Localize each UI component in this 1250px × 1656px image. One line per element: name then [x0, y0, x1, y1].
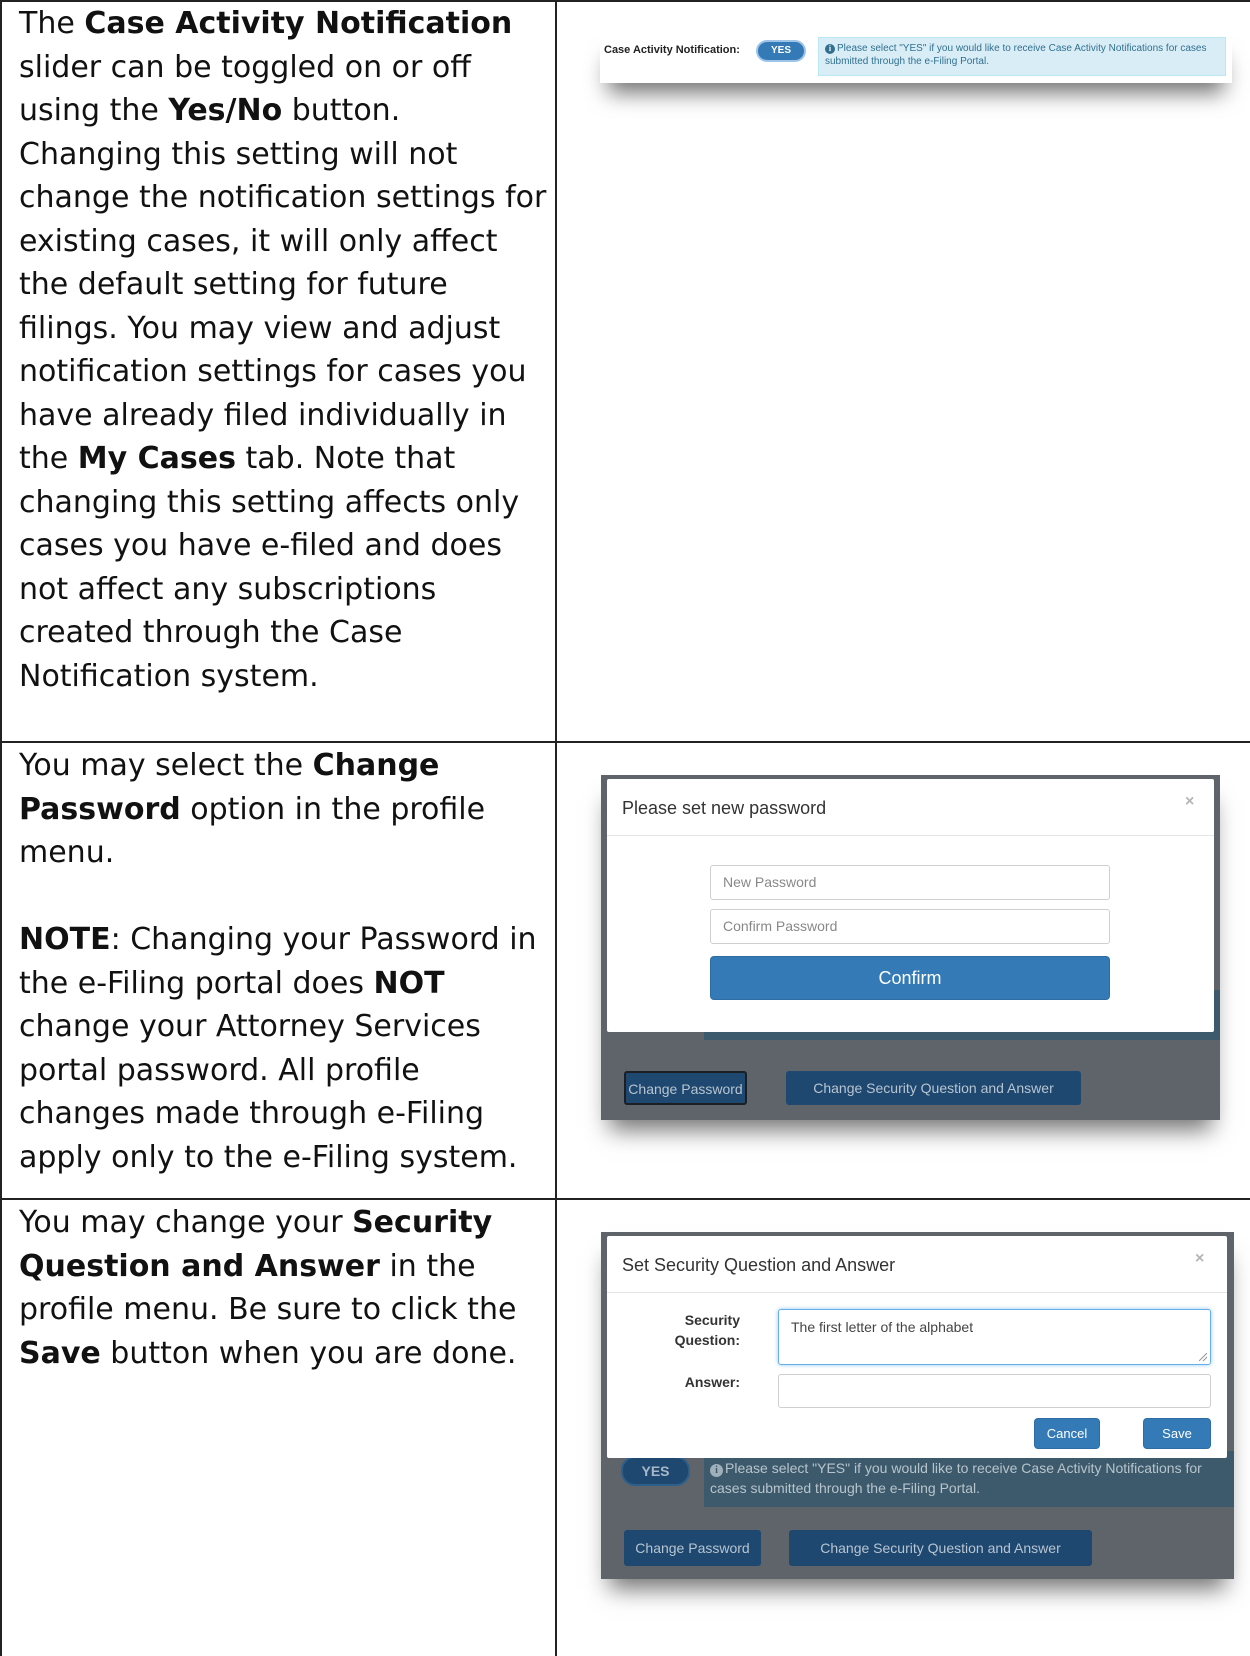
row-1-description: The Case Activity Notification slider ca… [19, 2, 549, 698]
change-password-button[interactable]: Change Password [624, 1530, 761, 1566]
confirm-password-input[interactable]: Confirm Password [710, 909, 1110, 944]
case-activity-toggle[interactable]: YES [756, 40, 806, 62]
security-modal: Set Security Question and Answer × Secur… [607, 1236, 1227, 1458]
row-1-paragraph: The Case Activity Notification slider ca… [19, 6, 547, 694]
row-2-paragraph: You may select the Change Password optio… [19, 748, 486, 870]
close-icon[interactable]: × [1195, 1250, 1204, 1268]
case-activity-info: i Please select "YES" if you would like t… [818, 37, 1226, 76]
modal-header-divider [607, 835, 1214, 836]
security-question-label: Security Question: [674, 1312, 740, 1348]
case-activity-screenshot: Case Activity Notification: YES i Please … [600, 33, 1232, 83]
answer-input[interactable] [778, 1374, 1211, 1408]
change-security-button[interactable]: Change Security Question and Answer [789, 1530, 1092, 1566]
row-2-note: NOTE: Changing your Password in the e-Fi… [19, 922, 537, 1175]
security-question-input[interactable]: The first letter of the alphabet [778, 1309, 1211, 1365]
resize-grip-icon[interactable] [1199, 1353, 1207, 1361]
change-security-button[interactable]: Change Security Question and Answer [786, 1071, 1081, 1105]
dimmed-info-box: i Please select "YES" if you would like t… [704, 1451, 1234, 1507]
info-icon: i [825, 44, 835, 54]
password-modal: Please set new password × New Password C… [607, 779, 1214, 1032]
case-activity-label: Case Activity Notification: [604, 44, 740, 56]
security-modal-title: Set Security Question and Answer [622, 1255, 896, 1275]
answer-label: Answer: [684, 1374, 740, 1390]
info-icon: i [710, 1464, 723, 1477]
save-button[interactable]: Save [1143, 1418, 1211, 1449]
change-password-screenshot: Change Password Change Security Question… [601, 775, 1220, 1120]
change-password-button[interactable]: Change Password [624, 1071, 747, 1105]
row-2-spacer [19, 875, 549, 919]
password-modal-title: Please set new password [622, 798, 827, 818]
table-border-left [0, 0, 2, 1656]
table-row-divider-1 [0, 741, 1250, 743]
new-password-input[interactable]: New Password [710, 865, 1110, 900]
modal-header-divider [607, 1292, 1227, 1293]
dimmed-info-text: Please select "YES" if you would like to… [710, 1460, 1202, 1496]
close-icon[interactable]: × [1185, 793, 1194, 811]
confirm-button[interactable]: Confirm [710, 956, 1110, 1000]
security-question-screenshot: YES i Please select "YES" if you would li… [601, 1232, 1234, 1579]
cancel-button[interactable]: Cancel [1034, 1418, 1100, 1449]
security-question-value: The first letter of the alphabet [791, 1319, 974, 1335]
row-3-paragraph: You may change your Security Question an… [19, 1205, 517, 1371]
table-column-divider [555, 0, 557, 1656]
case-activity-info-text: Please select "YES" if you would like to… [825, 43, 1207, 67]
row-3-description: You may change your Security Question an… [19, 1201, 549, 1375]
table-row-divider-2 [0, 1198, 1250, 1200]
row-2-description: You may select the Change Password optio… [19, 744, 549, 1179]
dimmed-yes-toggle[interactable]: YES [621, 1456, 690, 1486]
